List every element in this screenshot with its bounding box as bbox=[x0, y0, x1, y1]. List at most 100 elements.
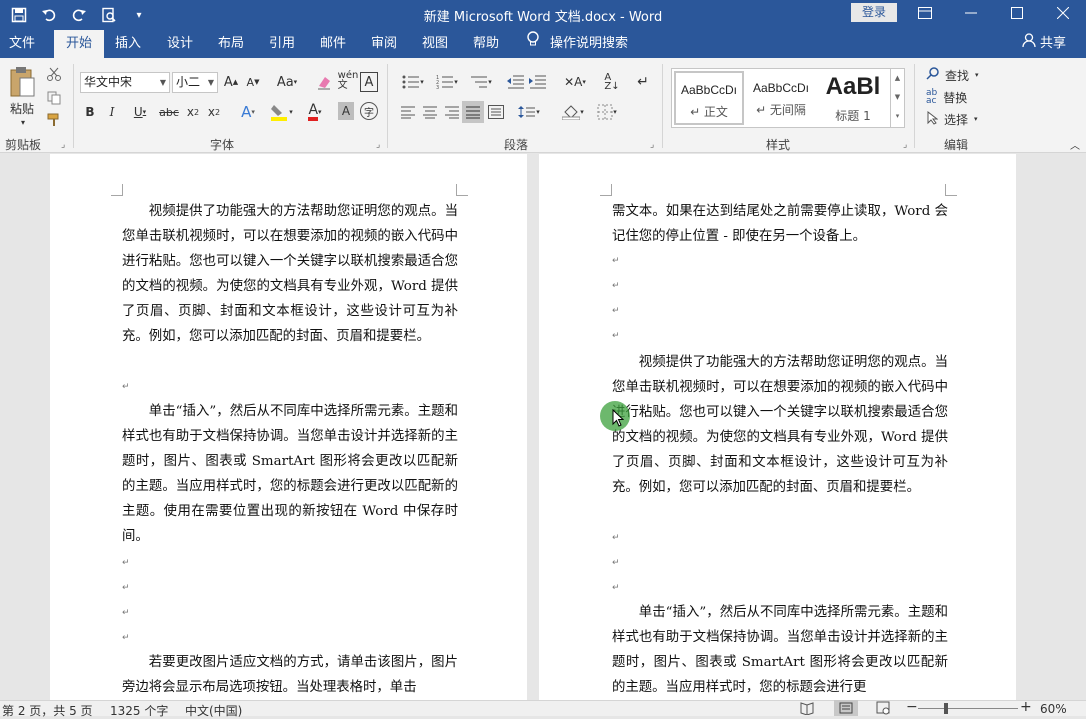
find-button[interactable]: 查找 ▾ bbox=[926, 66, 990, 84]
paragraph-launcher-icon[interactable]: ⌟ bbox=[650, 140, 654, 150]
doc-paragraph[interactable]: 视频提供了功能强大的方法帮助您证明您的观点。当您单击联机视频时，可以在想要添加的… bbox=[612, 350, 948, 501]
more-styles-icon[interactable]: ▾ bbox=[891, 107, 904, 126]
replace-label: 替换 bbox=[943, 90, 968, 105]
doc-paragraph[interactable]: 单击“插入”，然后从不同库中选择所需元素。主题和样式也有助于文档保持协调。当您单… bbox=[612, 600, 948, 700]
read-mode-icon[interactable] bbox=[800, 701, 814, 718]
enclose-characters-icon[interactable]: 字 bbox=[360, 102, 378, 120]
zoom-out-icon[interactable]: − bbox=[906, 699, 918, 715]
style-no-spacing[interactable]: AaBbCcDı ↵ 无间隔 bbox=[746, 71, 816, 125]
login-button[interactable]: 登录 bbox=[851, 3, 897, 22]
doc-paragraph[interactable]: 需文本。如果在达到结尾处之前需要停止读取，Word 会记住您的停止位置 - 即使… bbox=[612, 199, 948, 249]
asian-layout-icon[interactable]: ✕A ▾ bbox=[560, 72, 590, 92]
character-border-icon[interactable]: A bbox=[360, 72, 378, 92]
align-right-icon[interactable] bbox=[442, 102, 462, 122]
style-name: ↵ 正文 bbox=[690, 105, 728, 119]
paste-button[interactable]: 粘贴 bbox=[6, 100, 38, 116]
word-count[interactable]: 1325 个字 bbox=[110, 702, 168, 719]
tab-file[interactable]: 文件 bbox=[0, 30, 44, 58]
doc-paragraph[interactable]: 若要更改图片适应文档的方式，请单击该图片，图片旁边将会显示布局选项按钮。当处理表… bbox=[122, 650, 458, 700]
shrink-font-icon[interactable]: A ▼ bbox=[244, 72, 262, 92]
clipboard-launcher-icon[interactable]: ⌟ bbox=[61, 140, 65, 150]
zoom-slider-handle[interactable] bbox=[944, 703, 948, 714]
show-marks-icon[interactable]: ↵ bbox=[634, 72, 652, 92]
tab-help[interactable]: 帮助 bbox=[464, 30, 508, 58]
ribbon-display-icon[interactable] bbox=[902, 0, 948, 26]
align-center-icon[interactable] bbox=[420, 102, 440, 122]
clear-formatting-icon[interactable] bbox=[314, 72, 334, 92]
zoom-in-icon[interactable]: + bbox=[1020, 699, 1032, 715]
tab-insert[interactable]: 插入 bbox=[106, 30, 150, 58]
paragraph-mark: ↵ bbox=[122, 608, 130, 618]
borders-icon[interactable]: ▾ bbox=[592, 102, 622, 122]
minimize-icon[interactable] bbox=[948, 0, 994, 26]
paragraph-text: 若要更改图片适应文档的方式，请单击该图片，图片旁边将会显示布局选项按钮。当处理表… bbox=[122, 655, 458, 696]
tab-references[interactable]: 引用 bbox=[260, 30, 304, 58]
replace-button[interactable]: ab ac 替换 bbox=[926, 88, 990, 106]
paragraph-mark: ↵ bbox=[122, 382, 130, 392]
share-button[interactable]: 共享 bbox=[1022, 30, 1066, 58]
share-label: 共享 bbox=[1040, 36, 1067, 51]
tab-view[interactable]: 视图 bbox=[413, 30, 457, 58]
tab-review[interactable]: 审阅 bbox=[362, 30, 406, 58]
language-indicator[interactable]: 中文(中国) bbox=[185, 702, 242, 719]
doc-paragraph[interactable]: 单击“插入”，然后从不同库中选择所需元素。主题和样式也有助于文档保持协调。当您单… bbox=[122, 399, 458, 550]
maximize-icon[interactable] bbox=[994, 0, 1040, 26]
justify-icon[interactable] bbox=[462, 101, 484, 123]
highlight-color-icon[interactable]: ▾ bbox=[266, 102, 296, 122]
paste-dropdown-icon[interactable]: ▾ bbox=[18, 116, 28, 128]
line-spacing-icon[interactable]: ▾ bbox=[514, 102, 544, 122]
character-shading-icon[interactable]: A bbox=[338, 102, 354, 120]
align-left-icon[interactable] bbox=[398, 102, 418, 122]
distributed-icon[interactable] bbox=[486, 102, 506, 122]
paste-icon[interactable] bbox=[6, 64, 38, 100]
font-color-icon[interactable]: A ▾ bbox=[300, 102, 330, 122]
chevron-down-icon: ▼ bbox=[207, 78, 214, 87]
font-name-select[interactable]: 华文中宋 ▼ bbox=[80, 72, 170, 93]
bullets-icon[interactable]: ▾ bbox=[398, 72, 428, 92]
tab-layout[interactable]: 布局 bbox=[209, 30, 253, 58]
subscript-icon[interactable]: x2 bbox=[184, 102, 202, 122]
bold-icon[interactable]: B bbox=[82, 102, 98, 122]
superscript-icon[interactable]: x2 bbox=[205, 102, 223, 122]
change-case-icon[interactable]: Aa ▾ bbox=[272, 72, 302, 92]
cut-icon[interactable] bbox=[44, 64, 64, 84]
mouse-cursor-icon bbox=[612, 408, 625, 431]
scroll-up-icon[interactable]: ▲ bbox=[891, 69, 904, 88]
text-effects-icon[interactable]: A ▾ bbox=[234, 102, 262, 122]
tab-home[interactable]: 开始 bbox=[54, 30, 104, 58]
style-normal[interactable]: AaBbCcDı ↵ 正文 bbox=[674, 71, 744, 125]
select-button[interactable]: 选择 ▾ bbox=[926, 110, 990, 128]
font-launcher-icon[interactable]: ⌟ bbox=[376, 140, 380, 150]
copy-icon[interactable] bbox=[44, 88, 64, 108]
print-layout-icon[interactable] bbox=[834, 700, 858, 716]
tell-me-search[interactable]: 操作说明搜索 bbox=[526, 30, 628, 58]
chevron-down-icon: ▾ bbox=[974, 115, 978, 123]
underline-icon[interactable]: U ▾ bbox=[126, 102, 154, 122]
style-heading-1[interactable]: AaBl 标题 1 bbox=[818, 71, 888, 125]
paragraph-mark: ↵ bbox=[612, 558, 620, 568]
multilevel-list-icon[interactable]: ▾ bbox=[466, 72, 496, 92]
close-icon[interactable] bbox=[1040, 0, 1086, 26]
page-count[interactable]: 第 2 页，共 5 页 bbox=[2, 702, 93, 719]
format-painter-icon[interactable] bbox=[44, 110, 64, 130]
sort-icon[interactable]: A Z↓ bbox=[602, 72, 622, 92]
decrease-indent-icon[interactable] bbox=[506, 72, 526, 92]
italic-icon[interactable]: I bbox=[104, 102, 120, 122]
zoom-slider-track[interactable] bbox=[918, 708, 1018, 709]
font-size-select[interactable]: 小二 ▼ bbox=[172, 72, 218, 93]
doc-paragraph[interactable]: 视频提供了功能强大的方法帮助您证明您的观点。当您单击联机视频时，可以在想要添加的… bbox=[122, 199, 458, 350]
tab-design[interactable]: 设计 bbox=[158, 30, 202, 58]
phonetic-guide-icon[interactable]: wén 文 bbox=[338, 70, 359, 92]
strikethrough-icon[interactable]: abc bbox=[158, 102, 180, 122]
collapse-ribbon-icon[interactable]: ︿ bbox=[1068, 138, 1082, 152]
zoom-level[interactable]: 60% bbox=[1040, 702, 1067, 716]
scroll-down-icon[interactable]: ▼ bbox=[891, 88, 904, 107]
styles-launcher-icon[interactable]: ⌟ bbox=[903, 140, 907, 150]
increase-indent-icon[interactable] bbox=[528, 72, 548, 92]
web-layout-icon[interactable] bbox=[876, 701, 890, 718]
tab-mailings[interactable]: 邮件 bbox=[311, 30, 355, 58]
numbering-icon[interactable]: 1 2 3 ▾ bbox=[432, 72, 462, 92]
shading-icon[interactable]: ▾ bbox=[558, 102, 588, 122]
grow-font-icon[interactable]: A ▲ bbox=[222, 72, 240, 92]
cursor-select-icon bbox=[926, 110, 939, 128]
